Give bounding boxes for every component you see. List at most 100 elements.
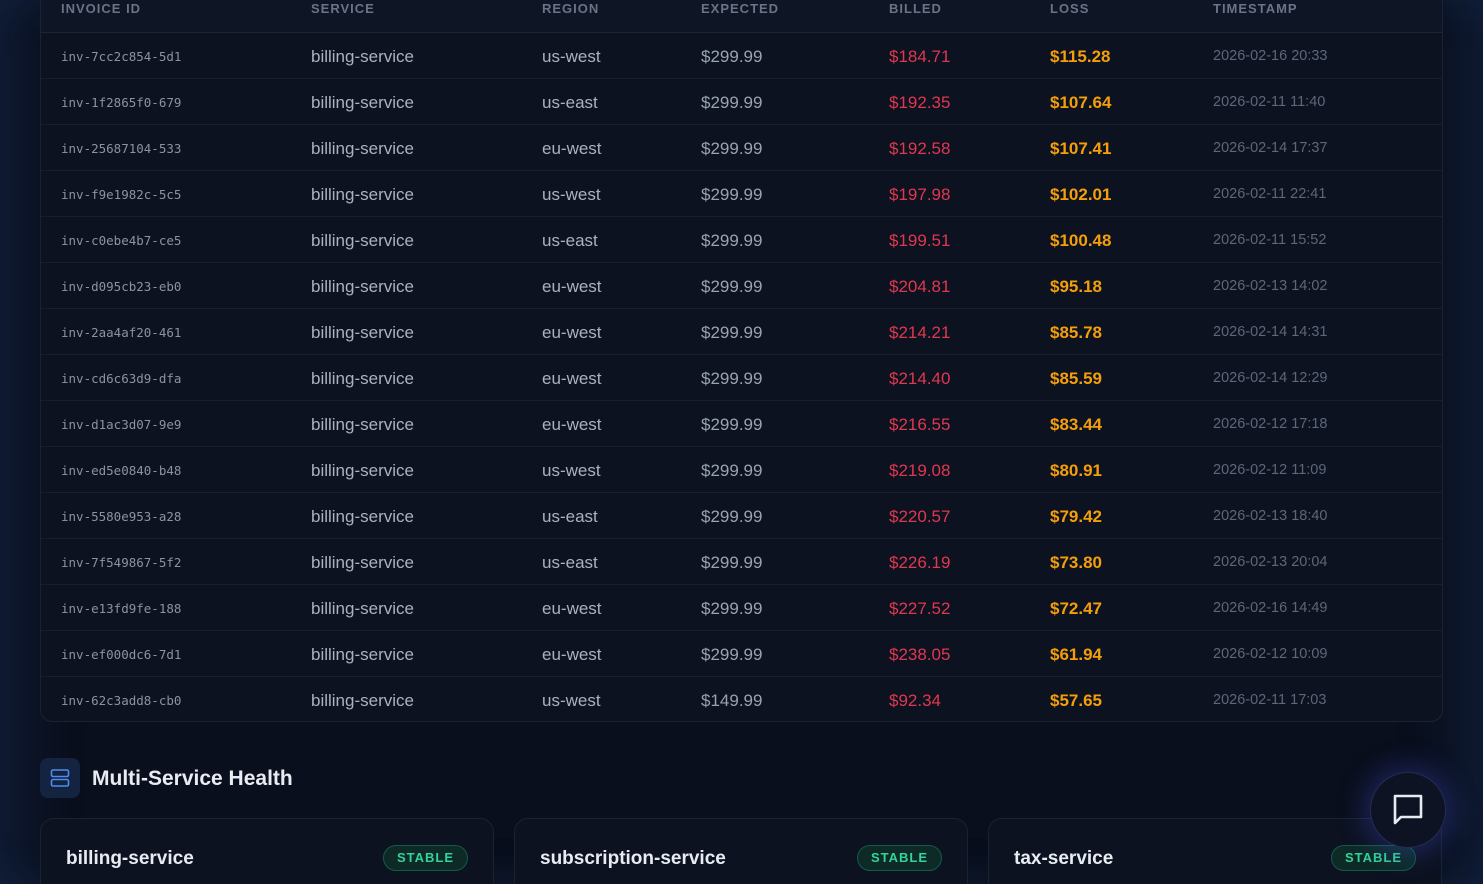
cell-billed: $227.52 bbox=[889, 599, 951, 618]
cell-invoice-id: inv-d095cb23-eb0 bbox=[61, 279, 182, 294]
table-row[interactable]: inv-1f2865f0-679 billing-service us-east $2… bbox=[41, 79, 1442, 125]
cell-loss: $107.41 bbox=[1050, 139, 1112, 158]
table-row[interactable]: inv-62c3add8-cb0 billing-service us-west $1… bbox=[41, 677, 1442, 721]
cell-service: billing-service bbox=[311, 277, 414, 296]
table-row[interactable]: inv-2aa4af20-461 billing-service eu-west $2… bbox=[41, 309, 1442, 355]
cell-loss: $72.47 bbox=[1050, 599, 1102, 618]
health-section-title: Multi-Service Health bbox=[92, 767, 293, 790]
cell-billed: $220.57 bbox=[889, 507, 951, 526]
status-badge: STABLE bbox=[382, 845, 468, 871]
cell-service: billing-service bbox=[311, 415, 414, 434]
table-row[interactable]: inv-ed5e0840-b48 billing-service us-west $2… bbox=[41, 447, 1442, 493]
cell-service: billing-service bbox=[311, 507, 414, 526]
cell-billed: $192.58 bbox=[889, 139, 951, 158]
cell-timestamp: 2026-02-13 18:40 bbox=[1213, 508, 1328, 524]
chat-button[interactable] bbox=[1371, 773, 1445, 847]
table-row[interactable]: inv-25687104-533 billing-service eu-west $2… bbox=[41, 125, 1442, 171]
service-health-card[interactable]: billing-service STABLE bbox=[40, 818, 494, 884]
cell-billed: $184.71 bbox=[889, 47, 951, 66]
cell-timestamp: 2026-02-13 20:04 bbox=[1213, 554, 1328, 570]
table-row[interactable]: inv-d1ac3d07-9e9 billing-service eu-west $2… bbox=[41, 401, 1442, 447]
header-loss[interactable]: LOSS bbox=[1050, 1, 1089, 16]
cell-region: eu-west bbox=[542, 369, 602, 388]
cell-region: us-west bbox=[542, 461, 601, 480]
cell-invoice-id: inv-e13fd9fe-188 bbox=[61, 601, 182, 616]
cell-expected: $299.99 bbox=[701, 47, 763, 66]
cell-loss: $107.64 bbox=[1050, 93, 1112, 112]
header-timestamp[interactable]: TIMESTAMP bbox=[1213, 1, 1298, 16]
cell-timestamp: 2026-02-16 20:33 bbox=[1213, 48, 1328, 64]
cell-invoice-id: inv-d1ac3d07-9e9 bbox=[61, 417, 182, 432]
table-row[interactable]: inv-5580e953-a28 billing-service us-east $2… bbox=[41, 493, 1442, 539]
cell-invoice-id: inv-7cc2c854-5d1 bbox=[61, 49, 182, 64]
cell-region: eu-west bbox=[542, 599, 602, 618]
cell-invoice-id: inv-25687104-533 bbox=[61, 141, 182, 156]
cell-invoice-id: inv-ed5e0840-b48 bbox=[61, 463, 182, 478]
cell-invoice-id: inv-5580e953-a28 bbox=[61, 509, 182, 524]
service-health-card[interactable]: tax-service STABLE bbox=[988, 818, 1442, 884]
cell-service: billing-service bbox=[311, 323, 414, 342]
cell-timestamp: 2026-02-11 17:03 bbox=[1213, 692, 1327, 708]
cell-service: billing-service bbox=[311, 691, 414, 710]
cell-service: billing-service bbox=[311, 139, 414, 158]
chat-bubble-icon bbox=[1393, 794, 1423, 825]
server-stack-icon bbox=[40, 758, 80, 798]
cell-loss: $102.01 bbox=[1050, 185, 1112, 204]
cell-region: us-west bbox=[542, 185, 601, 204]
cell-region: us-west bbox=[542, 47, 601, 66]
status-badge: STABLE bbox=[1330, 845, 1416, 871]
table-row[interactable]: inv-7f549867-5f2 billing-service us-east $2… bbox=[41, 539, 1442, 585]
cell-service: billing-service bbox=[311, 461, 414, 480]
cell-service: billing-service bbox=[311, 599, 414, 618]
cell-timestamp: 2026-02-12 11:09 bbox=[1213, 462, 1327, 478]
table-row[interactable]: inv-f9e1982c-5c5 billing-service us-west $2… bbox=[41, 171, 1442, 217]
cell-expected: $149.99 bbox=[701, 691, 763, 710]
table-row[interactable]: inv-7cc2c854-5d1 billing-service us-west $2… bbox=[41, 33, 1442, 79]
cell-loss: $57.65 bbox=[1050, 691, 1102, 710]
cell-loss: $61.94 bbox=[1050, 645, 1102, 664]
header-service[interactable]: SERVICE bbox=[311, 1, 375, 16]
cell-timestamp: 2026-02-14 14:31 bbox=[1213, 324, 1328, 340]
header-billed[interactable]: BILLED bbox=[889, 1, 942, 16]
cell-billed: $214.40 bbox=[889, 369, 951, 388]
cell-invoice-id: inv-c0ebe4b7-ce5 bbox=[61, 233, 182, 248]
cell-region: eu-west bbox=[542, 645, 602, 664]
cell-region: us-west bbox=[542, 691, 601, 710]
cell-expected: $299.99 bbox=[701, 553, 763, 572]
cell-loss: $79.42 bbox=[1050, 507, 1102, 526]
cell-invoice-id: inv-62c3add8-cb0 bbox=[61, 693, 182, 708]
header-region[interactable]: REGION bbox=[542, 1, 599, 16]
header-invoice-id[interactable]: INVOICE ID bbox=[61, 1, 141, 16]
cell-billed: $204.81 bbox=[889, 277, 951, 296]
cell-service: billing-service bbox=[311, 645, 414, 664]
cell-invoice-id: inv-7f549867-5f2 bbox=[61, 555, 182, 570]
header-expected[interactable]: EXPECTED bbox=[701, 1, 779, 16]
table-row[interactable]: inv-c0ebe4b7-ce5 billing-service us-east $2… bbox=[41, 217, 1442, 263]
cell-billed: $226.19 bbox=[889, 553, 951, 572]
cell-expected: $299.99 bbox=[701, 507, 763, 526]
table-row[interactable]: inv-ef000dc6-7d1 billing-service eu-west $2… bbox=[41, 631, 1442, 677]
cell-invoice-id: inv-1f2865f0-679 bbox=[61, 95, 182, 110]
cell-service: billing-service bbox=[311, 231, 414, 250]
cell-region: us-east bbox=[542, 507, 598, 526]
cell-billed: $92.34 bbox=[889, 691, 941, 710]
cell-region: eu-west bbox=[542, 323, 602, 342]
cell-timestamp: 2026-02-11 11:40 bbox=[1213, 94, 1326, 110]
cell-region: eu-west bbox=[542, 277, 602, 296]
cell-billed: $219.08 bbox=[889, 461, 951, 480]
service-name: subscription-service bbox=[540, 848, 726, 869]
cell-service: billing-service bbox=[311, 47, 414, 66]
cell-timestamp: 2026-02-14 17:37 bbox=[1213, 140, 1328, 156]
cell-loss: $115.28 bbox=[1050, 47, 1111, 66]
cell-loss: $85.59 bbox=[1050, 369, 1102, 388]
table-row[interactable]: inv-cd6c63d9-dfa billing-service eu-west $2… bbox=[41, 355, 1442, 401]
table-row[interactable]: inv-d095cb23-eb0 billing-service eu-west $2… bbox=[41, 263, 1442, 309]
cell-region: us-east bbox=[542, 93, 598, 112]
cell-expected: $299.99 bbox=[701, 599, 763, 618]
table-row[interactable]: inv-e13fd9fe-188 billing-service eu-west $2… bbox=[41, 585, 1442, 631]
table-body: inv-7cc2c854-5d1 billing-service us-west $2… bbox=[41, 33, 1442, 721]
cell-loss: $100.48 bbox=[1050, 231, 1112, 250]
cell-invoice-id: inv-f9e1982c-5c5 bbox=[61, 187, 182, 202]
cell-region: us-east bbox=[542, 231, 598, 250]
service-health-card[interactable]: subscription-service STABLE bbox=[514, 818, 968, 884]
